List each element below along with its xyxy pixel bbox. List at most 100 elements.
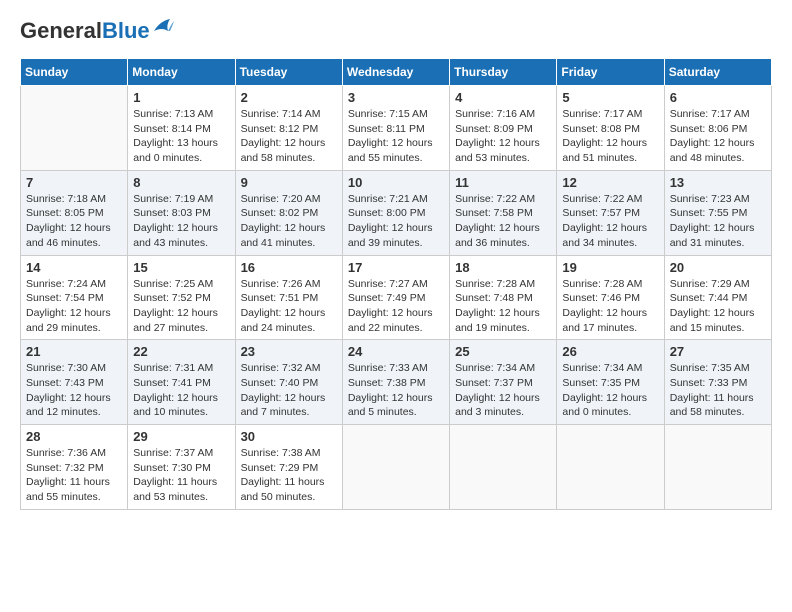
day-of-week-header: Monday — [128, 59, 235, 86]
day-info: Sunrise: 7:13 AMSunset: 8:14 PMDaylight:… — [133, 107, 229, 166]
day-number: 24 — [348, 344, 444, 359]
logo-bird-icon — [152, 17, 174, 37]
day-number: 1 — [133, 90, 229, 105]
day-number: 15 — [133, 260, 229, 275]
day-of-week-header: Tuesday — [235, 59, 342, 86]
calendar-day-cell: 5Sunrise: 7:17 AMSunset: 8:08 PMDaylight… — [557, 86, 664, 171]
day-of-week-header: Saturday — [664, 59, 771, 86]
day-number: 23 — [241, 344, 337, 359]
day-info: Sunrise: 7:30 AMSunset: 7:43 PMDaylight:… — [26, 361, 122, 420]
logo-text: GeneralBlue — [20, 20, 150, 42]
calendar-table: SundayMondayTuesdayWednesdayThursdayFrid… — [20, 58, 772, 510]
day-number: 6 — [670, 90, 766, 105]
day-info: Sunrise: 7:24 AMSunset: 7:54 PMDaylight:… — [26, 277, 122, 336]
day-number: 18 — [455, 260, 551, 275]
day-info: Sunrise: 7:18 AMSunset: 8:05 PMDaylight:… — [26, 192, 122, 251]
day-number: 7 — [26, 175, 122, 190]
day-number: 16 — [241, 260, 337, 275]
calendar-week-row: 14 Sunrise: 7:24 AMSunset: 7:54 PMDayligh… — [21, 255, 772, 340]
day-info: Sunrise: 7:25 AMSunset: 7:52 PMDaylight:… — [133, 277, 229, 336]
day-info: Sunrise: 7:23 AMSunset: 7:55 PMDaylight:… — [670, 192, 766, 251]
calendar-day-cell: 21 Sunrise: 7:30 AMSunset: 7:43 PMDayligh… — [21, 340, 128, 425]
day-info: Sunrise: 7:37 AMSunset: 7:30 PMDaylight:… — [133, 446, 229, 505]
calendar-week-row: 1 Sunrise: 7:13 AMSunset: 8:14 PMDaylight… — [21, 86, 772, 171]
day-of-week-header: Wednesday — [342, 59, 449, 86]
day-info: Sunrise: 7:32 AMSunset: 7:40 PMDaylight:… — [241, 361, 337, 420]
calendar-day-cell: 24Sunrise: 7:33 AMSunset: 7:38 PMDayligh… — [342, 340, 449, 425]
day-number: 13 — [670, 175, 766, 190]
day-info: Sunrise: 7:31 AMSunset: 7:41 PMDaylight:… — [133, 361, 229, 420]
calendar-day-cell: 13 Sunrise: 7:23 AMSunset: 7:55 PMDayligh… — [664, 170, 771, 255]
day-number: 9 — [241, 175, 337, 190]
day-info: Sunrise: 7:14 AMSunset: 8:12 PMDaylight:… — [241, 107, 337, 166]
day-info: Sunrise: 7:28 AMSunset: 7:48 PMDaylight:… — [455, 277, 551, 336]
calendar-day-cell: 6 Sunrise: 7:17 AMSunset: 8:06 PMDaylight… — [664, 86, 771, 171]
day-info: Sunrise: 7:22 AMSunset: 7:57 PMDaylight:… — [562, 192, 658, 251]
day-number: 14 — [26, 260, 122, 275]
calendar-day-cell: 27Sunrise: 7:35 AMSunset: 7:33 PMDayligh… — [664, 340, 771, 425]
day-info: Sunrise: 7:20 AMSunset: 8:02 PMDaylight:… — [241, 192, 337, 251]
day-info: Sunrise: 7:29 AMSunset: 7:44 PMDaylight:… — [670, 277, 766, 336]
calendar-day-cell: 20Sunrise: 7:29 AMSunset: 7:44 PMDayligh… — [664, 255, 771, 340]
calendar-day-cell — [664, 425, 771, 510]
day-number: 30 — [241, 429, 337, 444]
day-number: 28 — [26, 429, 122, 444]
day-info: Sunrise: 7:34 AMSunset: 7:37 PMDaylight:… — [455, 361, 551, 420]
page-header: GeneralBlue — [20, 20, 772, 42]
day-number: 5 — [562, 90, 658, 105]
calendar-day-cell: 19 Sunrise: 7:28 AMSunset: 7:46 PMDayligh… — [557, 255, 664, 340]
calendar-day-cell: 18 Sunrise: 7:28 AMSunset: 7:48 PMDayligh… — [450, 255, 557, 340]
calendar-day-cell — [21, 86, 128, 171]
calendar-day-cell: 12 Sunrise: 7:22 AMSunset: 7:57 PMDayligh… — [557, 170, 664, 255]
day-of-week-header: Friday — [557, 59, 664, 86]
calendar-week-row: 21 Sunrise: 7:30 AMSunset: 7:43 PMDayligh… — [21, 340, 772, 425]
day-info: Sunrise: 7:16 AMSunset: 8:09 PMDaylight:… — [455, 107, 551, 166]
calendar-day-cell: 9 Sunrise: 7:20 AMSunset: 8:02 PMDaylight… — [235, 170, 342, 255]
day-number: 22 — [133, 344, 229, 359]
day-number: 17 — [348, 260, 444, 275]
calendar-day-cell: 8Sunrise: 7:19 AMSunset: 8:03 PMDaylight… — [128, 170, 235, 255]
day-number: 2 — [241, 90, 337, 105]
calendar-day-cell: 3 Sunrise: 7:15 AMSunset: 8:11 PMDaylight… — [342, 86, 449, 171]
day-info: Sunrise: 7:15 AMSunset: 8:11 PMDaylight:… — [348, 107, 444, 166]
calendar-day-cell: 17 Sunrise: 7:27 AMSunset: 7:49 PMDayligh… — [342, 255, 449, 340]
day-number: 3 — [348, 90, 444, 105]
calendar-day-cell: 26 Sunrise: 7:34 AMSunset: 7:35 PMDayligh… — [557, 340, 664, 425]
day-number: 12 — [562, 175, 658, 190]
calendar-day-cell: 29Sunrise: 7:37 AMSunset: 7:30 PMDayligh… — [128, 425, 235, 510]
calendar-day-cell — [450, 425, 557, 510]
calendar-day-cell: 2 Sunrise: 7:14 AMSunset: 8:12 PMDaylight… — [235, 86, 342, 171]
day-number: 25 — [455, 344, 551, 359]
day-number: 26 — [562, 344, 658, 359]
day-info: Sunrise: 7:36 AMSunset: 7:32 PMDaylight:… — [26, 446, 122, 505]
calendar-day-cell: 23 Sunrise: 7:32 AMSunset: 7:40 PMDayligh… — [235, 340, 342, 425]
calendar-day-cell: 11 Sunrise: 7:22 AMSunset: 7:58 PMDayligh… — [450, 170, 557, 255]
calendar-day-cell: 4 Sunrise: 7:16 AMSunset: 8:09 PMDaylight… — [450, 86, 557, 171]
calendar-day-cell: 22 Sunrise: 7:31 AMSunset: 7:41 PMDayligh… — [128, 340, 235, 425]
day-info: Sunrise: 7:17 AMSunset: 8:06 PMDaylight:… — [670, 107, 766, 166]
day-info: Sunrise: 7:22 AMSunset: 7:58 PMDaylight:… — [455, 192, 551, 251]
calendar-week-row: 28 Sunrise: 7:36 AMSunset: 7:32 PMDayligh… — [21, 425, 772, 510]
calendar-day-cell: 16Sunrise: 7:26 AMSunset: 7:51 PMDayligh… — [235, 255, 342, 340]
calendar-day-cell: 28 Sunrise: 7:36 AMSunset: 7:32 PMDayligh… — [21, 425, 128, 510]
day-number: 27 — [670, 344, 766, 359]
logo: GeneralBlue — [20, 20, 174, 42]
day-number: 11 — [455, 175, 551, 190]
day-number: 19 — [562, 260, 658, 275]
day-of-week-header: Thursday — [450, 59, 557, 86]
day-number: 21 — [26, 344, 122, 359]
day-number: 4 — [455, 90, 551, 105]
day-info: Sunrise: 7:38 AMSunset: 7:29 PMDaylight:… — [241, 446, 337, 505]
day-info: Sunrise: 7:19 AMSunset: 8:03 PMDaylight:… — [133, 192, 229, 251]
day-info: Sunrise: 7:28 AMSunset: 7:46 PMDaylight:… — [562, 277, 658, 336]
calendar-header-row: SundayMondayTuesdayWednesdayThursdayFrid… — [21, 59, 772, 86]
calendar-day-cell: 30 Sunrise: 7:38 AMSunset: 7:29 PMDayligh… — [235, 425, 342, 510]
day-info: Sunrise: 7:34 AMSunset: 7:35 PMDaylight:… — [562, 361, 658, 420]
day-number: 10 — [348, 175, 444, 190]
calendar-week-row: 7 Sunrise: 7:18 AMSunset: 8:05 PMDaylight… — [21, 170, 772, 255]
calendar-day-cell: 25 Sunrise: 7:34 AMSunset: 7:37 PMDayligh… — [450, 340, 557, 425]
calendar-day-cell — [342, 425, 449, 510]
calendar-day-cell: 10Sunrise: 7:21 AMSunset: 8:00 PMDayligh… — [342, 170, 449, 255]
day-info: Sunrise: 7:27 AMSunset: 7:49 PMDaylight:… — [348, 277, 444, 336]
calendar-day-cell — [557, 425, 664, 510]
